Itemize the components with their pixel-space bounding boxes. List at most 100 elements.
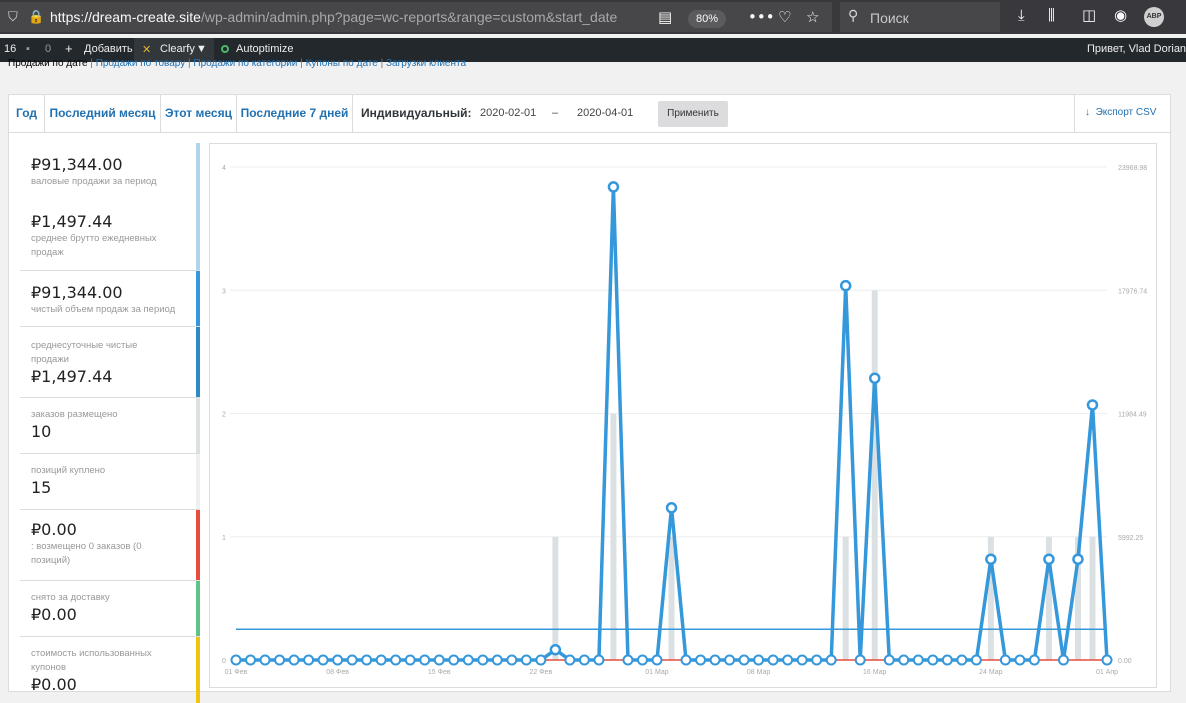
updates-count[interactable]: 16 (4, 43, 16, 55)
legend-color-bar (196, 271, 200, 326)
more-actions-icon[interactable]: ••• (748, 8, 775, 26)
subnav-coupons-by-date[interactable]: Купоны по дате (306, 58, 378, 69)
legend-avg-net-label: среднесуточные чистые продажи (31, 340, 138, 365)
lock-icon[interactable]: 🔒 (28, 10, 44, 25)
legend-avg-net-amount: ₽1,497.44 (31, 367, 113, 386)
sales-point (839, 279, 852, 292)
orders-bar (668, 536, 675, 660)
legend-coupons-amount: ₽0.00 (31, 675, 77, 694)
y-right-tick-label: 5992.25 (1118, 535, 1143, 542)
x-tick-label: 22 Фев (530, 669, 553, 676)
legend-gross-group[interactable]: ₽91,344.00 валовые продажи за период ₽1,… (20, 143, 200, 270)
tab-last-7-days[interactable]: Последние 7 дней (237, 95, 353, 132)
sales-point (665, 502, 678, 514)
account-icon[interactable]: ◉ (1114, 6, 1127, 24)
apply-button[interactable]: Применить (658, 101, 728, 127)
start-date-input[interactable]: 2020-02-01 (480, 95, 536, 132)
end-date-input[interactable]: 2020-04-01 (577, 95, 633, 132)
export-csv-label: Экспорт CSV (1095, 107, 1157, 118)
sales-point (607, 181, 620, 193)
pocket-icon[interactable]: ♡ (778, 8, 791, 26)
plus-icon[interactable]: + (65, 41, 73, 56)
legend-color-bar (196, 637, 200, 703)
autoptimize-link[interactable]: Autoptimize (236, 43, 293, 55)
orders-bar (871, 290, 878, 660)
add-new-link[interactable]: Добавить (84, 43, 133, 55)
legend-gross-amount: ₽91,344.00 (31, 155, 123, 174)
comments-count[interactable]: 0 (45, 43, 51, 55)
tab-this-month[interactable]: Этот месяц (161, 95, 237, 132)
legend-avg-gross-label: среднее брутто ежедневных продаж (31, 233, 157, 258)
search-icon: ⚲ (848, 8, 859, 24)
reports-content: Продажи по дате | Продажи по товару | Пр… (0, 58, 1186, 703)
report-panel: ₽91,344.00 валовые продажи за период ₽1,… (8, 132, 1171, 703)
export-csv-link[interactable]: ↓ Экспорт CSV (1074, 95, 1170, 132)
sales-point (1043, 553, 1055, 565)
subnav-sales-by-product[interactable]: Продажи по товару (96, 58, 186, 69)
legend-color-bar (196, 143, 200, 270)
legend-gross-label: валовые продажи за период (31, 176, 157, 187)
y-left-tick-label: 0 (222, 658, 226, 665)
tab-year[interactable]: Год (9, 95, 45, 132)
legend-shipping-amount: ₽0.00 (31, 605, 77, 624)
url-text[interactable]: https://dream-create.site/wp-admin/admin… (50, 9, 640, 29)
date-separator: – (552, 107, 559, 119)
range-tabs: Год Последний месяц Этот месяц Последние… (8, 94, 1171, 132)
legend-shipping[interactable]: снято за доставку ₽0.00 (20, 580, 200, 636)
download-icon[interactable]: ⤓ (1018, 6, 1025, 24)
y-left-tick-label: 4 (222, 165, 226, 172)
legend-color-bar (196, 510, 200, 580)
shield-icon[interactable]: ⛉ (8, 10, 18, 25)
subnav-sales-by-category[interactable]: Продажи по категории (193, 58, 297, 69)
extension-avatar[interactable]: ABP (1144, 7, 1164, 27)
sales-chart[interactable]: 0 0.00 1 5992.25 2 11984.49 3 17976.74 4 23968.98… (209, 143, 1157, 688)
legend-orders[interactable]: заказов размещено 10 (20, 397, 200, 453)
legend-net[interactable]: ₽91,344.00 чистый объем продаж за период (20, 270, 200, 326)
legend-color-bar (196, 398, 200, 453)
subnav-customer-downloads[interactable]: Загрузки клиента (386, 58, 466, 69)
url-bar[interactable]: ⛉ 🔒 https://dream-create.site/wp-admin/a… (0, 2, 832, 32)
legend-items[interactable]: позиций куплено 15 (20, 453, 200, 509)
bookmark-star-icon[interactable]: ☆ (806, 8, 819, 26)
sales-point (1072, 553, 1084, 565)
legend-color-bar (196, 581, 200, 636)
chevron-down-icon: ▼ (196, 43, 207, 55)
subnav-sales-by-date[interactable]: Продажи по дате (8, 58, 88, 69)
y-left-tick-label: 2 (222, 412, 226, 419)
clearfy-logo-icon: ✕ (142, 44, 152, 56)
reader-view-icon[interactable]: ▤ (658, 8, 672, 26)
y-left-tick-label: 1 (222, 535, 226, 542)
tab-last-month[interactable]: Последний месяц (45, 95, 161, 132)
sales-point (1086, 399, 1099, 411)
sales-point (868, 372, 881, 384)
y-right-tick-label: 17976.74 (1118, 288, 1147, 295)
zoom-level[interactable]: 80% (688, 10, 726, 28)
browser-search-box[interactable]: ⚲ Поиск (840, 2, 1000, 32)
comment-icon[interactable]: ▪ (26, 43, 30, 55)
legend-avg-gross-amount: ₽1,497.44 (31, 212, 113, 231)
legend-avg-net[interactable]: среднесуточные чистые продажи ₽1,497.44 (20, 326, 200, 397)
x-tick-label: 01 Апр (1096, 669, 1118, 676)
sales-point (985, 553, 997, 565)
sales-chart-svg: 0 0.00 1 5992.25 2 11984.49 3 17976.74 4 23968.98… (222, 165, 1147, 676)
clearfy-label: Clearfy (160, 43, 195, 55)
search-placeholder: Поиск (870, 10, 909, 26)
orders-bar (842, 536, 849, 660)
chart-legend: ₽91,344.00 валовые продажи за период ₽1,… (20, 143, 200, 703)
orders-bar (1089, 536, 1096, 660)
legend-items-label: позиций куплено (31, 465, 106, 476)
y-right-tick-label: 0.00 (1118, 658, 1132, 665)
legend-refunds[interactable]: ₽0.00 : возмещено 0 заказов (0 позиций) (20, 509, 200, 580)
x-tick-label: 01 Фев (225, 669, 248, 676)
sidebar-icon[interactable]: ◫ (1082, 6, 1096, 24)
x-tick-label: 16 Мар (863, 669, 887, 676)
x-tick-label: 08 Фев (326, 669, 349, 676)
custom-range-label: Индивидуальный: (361, 106, 472, 120)
legend-net-amount: ₽91,344.00 (31, 283, 123, 302)
user-greeting[interactable]: Привет, Vlad Dorian (1087, 43, 1186, 55)
library-icon[interactable]: ⫼ (1048, 6, 1055, 24)
legend-coupons[interactable]: стоимость использованных купонов ₽0.00 (20, 636, 200, 703)
y-right-tick-label: 23968.98 (1118, 165, 1147, 172)
y-right-tick-label: 11984.49 (1118, 412, 1147, 419)
sales-point (549, 643, 562, 656)
